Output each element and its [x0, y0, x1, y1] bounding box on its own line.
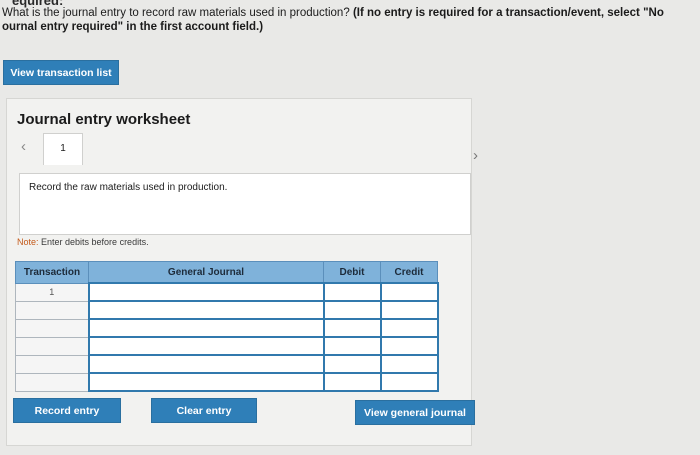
debit-input[interactable] — [322, 336, 382, 356]
account-select[interactable] — [87, 318, 325, 338]
clear-entry-button[interactable]: Clear entry — [151, 398, 257, 423]
header-debit: Debit — [323, 261, 381, 284]
journal-entry-worksheet-panel: Journal entry worksheet ‹ 1 › Record the… — [6, 98, 478, 446]
view-transaction-list-button[interactable]: View transaction list — [3, 60, 119, 85]
credit-input[interactable] — [379, 282, 439, 302]
table-row — [15, 336, 439, 356]
journal-table: Transaction General Journal Debit Credit… — [15, 261, 439, 392]
account-select[interactable] — [87, 300, 325, 320]
question-instruction-line2: ournal entry required" in the first acco… — [2, 21, 264, 33]
account-select[interactable] — [87, 282, 325, 302]
chevron-left-icon[interactable]: ‹ — [21, 138, 26, 155]
table-row — [15, 300, 439, 320]
table-row — [15, 372, 439, 392]
table-row — [15, 354, 439, 374]
transaction-number — [15, 354, 89, 374]
account-select[interactable] — [87, 372, 325, 392]
note-label: Note: — [17, 237, 39, 247]
transaction-number: 1 — [15, 282, 89, 302]
credit-input[interactable] — [379, 318, 439, 338]
debit-input[interactable] — [322, 282, 382, 302]
header-credit: Credit — [380, 261, 438, 284]
debit-input[interactable] — [322, 372, 382, 392]
debit-input[interactable] — [322, 318, 382, 338]
question-instruction: (If no entry is required for a transacti… — [352, 7, 664, 19]
instruction-box: Record the raw materials used in product… — [19, 173, 471, 235]
credit-input[interactable] — [379, 372, 439, 392]
note-text: Note: Enter debits before credits. — [17, 237, 149, 247]
worksheet-title: Journal entry worksheet — [17, 111, 191, 128]
account-select[interactable] — [87, 336, 325, 356]
transaction-number — [15, 318, 89, 338]
account-select[interactable] — [87, 354, 325, 374]
table-row: 1 — [15, 282, 439, 302]
debit-input[interactable] — [322, 354, 382, 374]
view-general-journal-button[interactable]: View general journal — [355, 400, 475, 425]
transaction-number — [15, 300, 89, 320]
instruction-text: Record the raw materials used in product… — [29, 182, 228, 193]
record-entry-button[interactable]: Record entry — [13, 398, 121, 423]
transaction-number — [15, 336, 89, 356]
question-text: What is the journal entry to record raw … — [2, 6, 692, 34]
table-row — [15, 318, 439, 338]
transaction-number — [15, 372, 89, 392]
credit-input[interactable] — [379, 336, 439, 356]
question-main: What is the journal entry to record raw … — [2, 7, 350, 19]
header-general-journal: General Journal — [88, 261, 324, 284]
tab-transaction-1[interactable]: 1 — [43, 133, 83, 165]
table-header-row: Transaction General Journal Debit Credit — [15, 261, 438, 284]
credit-input[interactable] — [379, 354, 439, 374]
chevron-right-icon[interactable]: › — [473, 147, 478, 164]
debit-input[interactable] — [322, 300, 382, 320]
note-body: Enter debits before credits. — [38, 237, 149, 247]
credit-input[interactable] — [379, 300, 439, 320]
header-transaction: Transaction — [15, 261, 89, 284]
